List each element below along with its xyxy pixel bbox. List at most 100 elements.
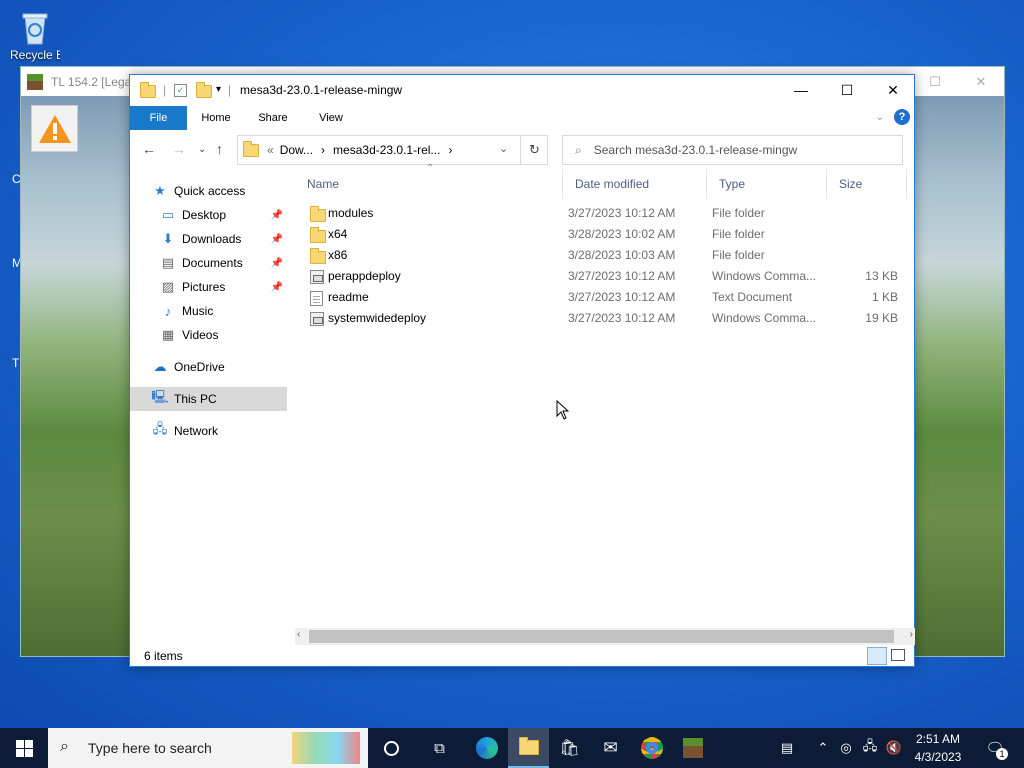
- pin-icon[interactable]: 📌: [271, 258, 283, 269]
- meet-now-icon[interactable]: ◎: [836, 728, 856, 768]
- refresh-button[interactable]: ↻: [520, 135, 548, 165]
- forward-arrow-icon[interactable]: →: [172, 141, 186, 157]
- desktop: Recycle Bin C M T TL 154.2 [Legacy] — ☐ …: [0, 0, 1024, 728]
- file-name: modules: [328, 206, 374, 220]
- address-dropdown-icon[interactable]: ⌄: [499, 142, 508, 155]
- tab-home[interactable]: Home: [193, 106, 239, 130]
- batch-file-icon: [310, 312, 324, 326]
- chrome-icon: [640, 737, 663, 759]
- file-row[interactable]: x64 3/28/2023 10:02 AM File folder: [295, 224, 907, 245]
- taskbar-search-box[interactable]: ⌕ Type here to search: [48, 728, 368, 768]
- explorer-title-bar[interactable]: | ✓ ▾ | mesa3d-23.0.1-release-mingw — ☐ …: [130, 75, 914, 105]
- folder-icon: [140, 82, 156, 98]
- column-size[interactable]: Size: [827, 169, 907, 199]
- task-view-icon: ⧉: [434, 739, 445, 757]
- file-date: 3/27/2023 10:12 AM: [568, 311, 676, 325]
- status-bar: 6 items: [130, 645, 914, 667]
- file-row[interactable]: perappdeploy 3/27/2023 10:12 AM Windows Co…: [295, 266, 907, 287]
- show-hidden-icons-chevron[interactable]: ⌃: [814, 728, 832, 768]
- nav-item-downloads[interactable]: ⬇ Downloads 📌: [130, 227, 287, 251]
- file-explorer-window[interactable]: | ✓ ▾ | mesa3d-23.0.1-release-mingw — ☐ …: [129, 74, 915, 667]
- warning-button[interactable]: [31, 105, 78, 152]
- nav-item-videos[interactable]: ▦ Videos: [130, 323, 287, 347]
- breadcrumb-separator[interactable]: ›: [321, 143, 325, 157]
- network-status-icon[interactable]: 🖧: [860, 728, 880, 768]
- cortana-button[interactable]: [371, 728, 412, 768]
- details-view-icon[interactable]: [867, 647, 887, 665]
- tab-share[interactable]: Share: [250, 106, 296, 130]
- breadcrumb-separator[interactable]: ›: [448, 143, 452, 157]
- file-explorer-taskbar-button[interactable]: [508, 728, 549, 768]
- nav-item-network[interactable]: 🖧 Network: [130, 419, 287, 443]
- help-icon[interactable]: ?: [894, 109, 910, 125]
- window-title: mesa3d-23.0.1-release-mingw: [240, 83, 403, 97]
- nav-item-documents[interactable]: ▤ Documents 📌: [130, 251, 287, 275]
- recycle-bin-shortcut[interactable]: Recycle Bin: [10, 8, 60, 62]
- expand-ribbon-icon[interactable]: ⌄: [876, 112, 884, 123]
- chrome-button[interactable]: [631, 728, 672, 768]
- file-name: x86: [328, 248, 348, 262]
- pin-icon[interactable]: 📌: [271, 210, 283, 221]
- mail-button[interactable]: ✉: [590, 728, 631, 768]
- news-widget-icon[interactable]: ▤: [772, 728, 802, 768]
- file-type: File folder: [712, 206, 765, 220]
- system-clock[interactable]: 2:51 AM 4/3/2023: [904, 730, 972, 766]
- search-input[interactable]: ⌕ Search mesa3d-23.0.1-release-mingw: [562, 135, 903, 165]
- divider: |: [228, 83, 232, 97]
- column-date-modified[interactable]: Date modified: [563, 169, 707, 199]
- sort-ascending-icon: ⌃: [426, 163, 435, 174]
- nav-item-desktop[interactable]: ▭ Desktop 📌: [130, 203, 287, 227]
- large-icons-view-icon[interactable]: [891, 649, 905, 661]
- file-row[interactable]: modules 3/27/2023 10:12 AM File folder: [295, 203, 907, 224]
- horizontal-scrollbar[interactable]: ‹ ›: [295, 628, 915, 645]
- search-icon: ⌕: [60, 738, 69, 755]
- start-button[interactable]: [0, 728, 48, 768]
- address-bar[interactable]: « Dow... › mesa3d-23.0.1-rel... › ⌄: [237, 135, 548, 165]
- close-button[interactable]: ✕: [870, 75, 916, 105]
- search-placeholder: Search mesa3d-23.0.1-release-mingw: [593, 143, 798, 157]
- warning-icon: [38, 114, 71, 143]
- new-folder-icon[interactable]: [196, 82, 212, 98]
- pin-icon[interactable]: 📌: [271, 282, 283, 293]
- scrollbar-thumb[interactable]: [309, 630, 894, 643]
- nav-item-quick-access[interactable]: ★ Quick access: [130, 179, 287, 203]
- volume-muted-icon[interactable]: 🔇: [884, 728, 904, 768]
- back-arrow-icon[interactable]: ←: [142, 141, 156, 157]
- store-button[interactable]: 🛍: [549, 728, 590, 768]
- scroll-left-icon[interactable]: ‹: [297, 629, 300, 640]
- minecraft-launcher-button[interactable]: [672, 728, 713, 768]
- properties-icon[interactable]: ✓: [174, 84, 187, 97]
- file-date: 3/28/2023 10:03 AM: [568, 248, 676, 262]
- taskbar: ⌕ Type here to search ⧉ 🛍 ✉ ▤ ⌃ ◎ 🖧 🔇 2:…: [0, 728, 1024, 768]
- file-size: 13 KB: [865, 269, 898, 283]
- launcher-maximize-button[interactable]: ☐: [912, 67, 958, 96]
- tab-view[interactable]: View: [308, 106, 354, 130]
- tab-file[interactable]: File: [130, 106, 187, 130]
- nav-item-onedrive[interactable]: ☁ OneDrive: [130, 355, 287, 379]
- breadcrumb-item[interactable]: Dow...: [280, 143, 313, 157]
- notifications-button[interactable]: 🗨 1: [980, 728, 1010, 768]
- file-row[interactable]: x86 3/28/2023 10:03 AM File folder: [295, 245, 907, 266]
- nav-item-pictures[interactable]: ▨ Pictures 📌: [130, 275, 287, 299]
- minimize-button[interactable]: —: [778, 75, 824, 105]
- file-row[interactable]: systemwidedeploy 3/27/2023 10:12 AM Window…: [295, 308, 907, 329]
- up-arrow-icon[interactable]: ↑: [216, 141, 223, 157]
- column-type[interactable]: Type: [707, 169, 827, 199]
- task-view-button[interactable]: ⧉: [419, 728, 460, 768]
- computer-icon: 🖳: [151, 389, 169, 404]
- nav-item-this-pc[interactable]: 🖳 This PC: [130, 387, 287, 411]
- file-row[interactable]: readme 3/27/2023 10:12 AM Text Document 1 K…: [295, 287, 907, 308]
- overflow-chevron-icon[interactable]: «: [267, 143, 274, 157]
- pin-icon[interactable]: 📌: [271, 234, 283, 245]
- breadcrumb-item[interactable]: mesa3d-23.0.1-rel...: [333, 143, 440, 157]
- file-list: Name ⌃ Date modified Type Size modules 3/…: [295, 163, 907, 629]
- maximize-button[interactable]: ☐: [824, 75, 870, 105]
- customize-toolbar-icon[interactable]: ▾: [216, 84, 221, 95]
- recent-locations-icon[interactable]: ⌄: [198, 144, 206, 155]
- scroll-right-icon[interactable]: ›: [910, 629, 913, 640]
- nav-item-music[interactable]: ♪ Music: [130, 299, 287, 323]
- edge-button[interactable]: [466, 728, 507, 768]
- launcher-close-button[interactable]: ✕: [958, 67, 1004, 96]
- navigation-bar: ← → ⌄ ↑ « Dow... › mesa3d-23.0.1-rel... …: [130, 135, 914, 167]
- pictures-icon: ▨: [161, 279, 175, 294]
